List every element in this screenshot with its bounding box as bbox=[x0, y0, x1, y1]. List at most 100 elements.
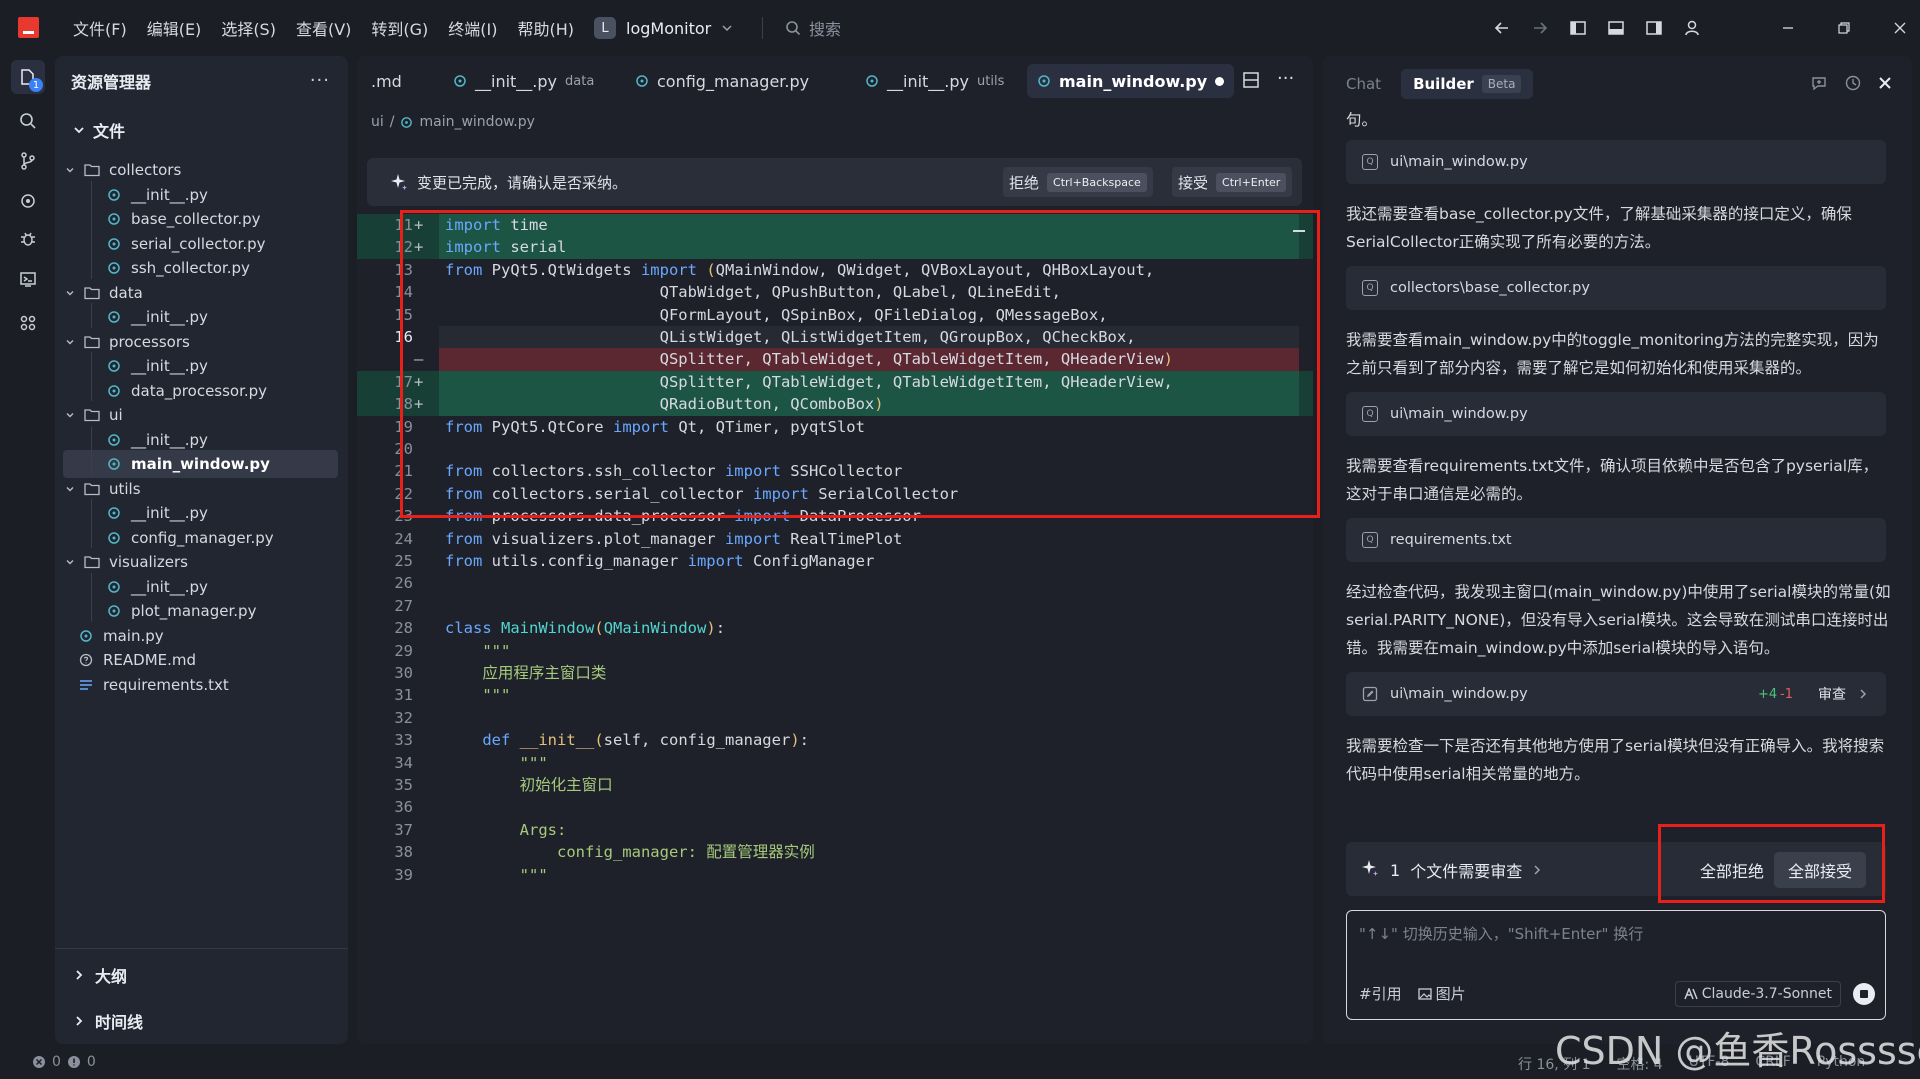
forward-arrow-icon[interactable] bbox=[1528, 14, 1552, 42]
remote-activity[interactable] bbox=[11, 184, 45, 218]
outline-section[interactable]: 大纲 bbox=[73, 963, 127, 987]
menu-item[interactable]: 查看(V) bbox=[286, 0, 361, 56]
menu-item[interactable]: 转到(G) bbox=[361, 0, 438, 56]
project-name: logMonitor bbox=[626, 18, 712, 38]
readme-icon bbox=[77, 653, 95, 667]
edit-result-chip[interactable]: ui\main_window.py +4 -1 审查 bbox=[1346, 672, 1886, 716]
tree-file[interactable]: plot_manager.py bbox=[63, 597, 338, 625]
model-selector[interactable]: Claude-3.7-Sonnet bbox=[1674, 981, 1841, 1007]
message-paragraph: 我需要查看main_window.py中的toggle_monitoring方法… bbox=[1346, 331, 1879, 377]
python-file-icon bbox=[400, 116, 413, 129]
accept-shortcut: Ctrl+Enter bbox=[1216, 172, 1287, 192]
tree-file[interactable]: README.md bbox=[63, 646, 338, 674]
minimize-icon[interactable] bbox=[1760, 14, 1816, 42]
toggle-sidebar-icon[interactable] bbox=[1566, 14, 1590, 42]
message-input[interactable]: "↑↓" 切换历史输入，"Shift+Enter" 换行 #引用 图片 Clau… bbox=[1346, 910, 1886, 1020]
terminal-activity[interactable] bbox=[11, 262, 45, 296]
title-actions bbox=[1490, 14, 1704, 42]
menu-item[interactable]: 终端(I) bbox=[438, 0, 507, 56]
tree-item-label: serial_collector.py bbox=[131, 234, 266, 253]
chevron-down-icon bbox=[63, 410, 77, 420]
line-number: 29 bbox=[394, 641, 413, 660]
tab-label: config_manager.py bbox=[657, 71, 810, 91]
python-file-icon bbox=[105, 433, 123, 447]
toggle-secondary-sidebar-icon[interactable] bbox=[1642, 14, 1666, 42]
history-icon[interactable] bbox=[1844, 74, 1862, 92]
reject-change-button[interactable]: 拒绝 Ctrl+Backspace bbox=[1003, 167, 1153, 197]
stop-generation-button[interactable] bbox=[1853, 983, 1875, 1005]
tree-file[interactable]: requirements.txt bbox=[63, 671, 338, 699]
more-actions-icon[interactable]: ··· bbox=[1277, 68, 1294, 89]
message-paragraph: 我还需要查看base_collector.py文件，了解基础采集器的接口定义，确… bbox=[1346, 205, 1852, 251]
breadcrumb-folder[interactable]: ui bbox=[371, 114, 384, 130]
debug-activity[interactable] bbox=[11, 222, 45, 256]
tab-readme[interactable]: .md bbox=[361, 64, 412, 98]
tree-file[interactable]: __init__.py bbox=[63, 499, 338, 527]
tab-chat[interactable]: Chat bbox=[1346, 75, 1381, 93]
line-number: 33 bbox=[394, 731, 413, 750]
account-icon[interactable] bbox=[1680, 14, 1704, 42]
tree-indent-guide bbox=[91, 376, 92, 401]
code-line: 28 class MainWindow(QMainWindow): bbox=[357, 617, 1313, 639]
tree-folder[interactable]: ui bbox=[63, 401, 338, 429]
search-icon bbox=[785, 20, 801, 36]
search-activity[interactable] bbox=[11, 104, 45, 138]
tab-config-manager[interactable]: config_manager.py bbox=[625, 64, 819, 98]
files-section-header[interactable]: 文件 bbox=[73, 118, 125, 142]
review-summary[interactable]: 1 个文件需要审查 bbox=[1390, 858, 1542, 882]
bug-icon bbox=[18, 229, 38, 249]
code-text: def __init__(self, config_manager): bbox=[482, 731, 809, 750]
tree-file[interactable]: main_window.py bbox=[63, 450, 338, 478]
tree-file[interactable]: base_collector.py bbox=[63, 205, 338, 233]
tree-file[interactable]: __init__.py bbox=[63, 303, 338, 331]
reference-button[interactable]: #引用 bbox=[1359, 983, 1402, 1004]
breadcrumb-file[interactable]: main_window.py bbox=[419, 114, 534, 130]
tab-init-data[interactable]: __init__.py data bbox=[443, 64, 604, 98]
tree-file[interactable]: ssh_collector.py bbox=[63, 254, 338, 282]
review-link[interactable]: 审查 bbox=[1818, 684, 1846, 704]
extensions-activity[interactable] bbox=[11, 306, 45, 340]
back-arrow-icon[interactable] bbox=[1490, 14, 1514, 42]
image-button[interactable]: 图片 bbox=[1417, 983, 1466, 1004]
reject-shortcut: Ctrl+Backspace bbox=[1047, 172, 1147, 192]
tab-builder[interactable]: Builder Beta bbox=[1401, 69, 1534, 99]
code-text: 初始化主窗口 bbox=[519, 776, 613, 794]
code-text: config_manager: 配置管理器实例 bbox=[556, 843, 815, 862]
close-panel-icon[interactable] bbox=[1878, 76, 1892, 90]
tree-folder[interactable]: collectors bbox=[63, 156, 338, 184]
more-icon[interactable]: ··· bbox=[310, 70, 330, 91]
menu-item[interactable]: 文件(F) bbox=[63, 0, 137, 56]
file-reference-chip[interactable]: Q ui\main_window.py bbox=[1346, 392, 1886, 436]
menu-item[interactable]: 帮助(H) bbox=[508, 0, 585, 56]
project-switcher[interactable]: L logMonitor bbox=[594, 13, 733, 43]
new-session-icon[interactable] bbox=[1810, 74, 1828, 92]
file-reference-chip[interactable]: Q requirements.txt bbox=[1346, 518, 1886, 562]
file-reference-chip[interactable]: Q ui\main_window.py bbox=[1346, 140, 1886, 184]
timeline-section[interactable]: 时间线 bbox=[73, 1009, 143, 1033]
search-box[interactable]: 搜索 bbox=[785, 14, 841, 42]
toggle-panel-icon[interactable] bbox=[1604, 14, 1628, 42]
folder-icon bbox=[83, 286, 101, 300]
python-file-icon bbox=[105, 261, 123, 275]
folder-icon bbox=[83, 408, 101, 422]
input-placeholder: "↑↓" 切换历史输入，"Shift+Enter" 换行 bbox=[1359, 925, 1644, 943]
tab-main-window[interactable]: main_window.py bbox=[1027, 64, 1235, 98]
problems-indicator[interactable]: 0 0 bbox=[32, 1054, 96, 1070]
menu-item[interactable]: 选择(S) bbox=[211, 0, 286, 56]
files-section-label: 文件 bbox=[93, 122, 126, 141]
tab-init-utils[interactable]: __init__.py utils bbox=[855, 64, 1014, 98]
explorer-activity[interactable]: 1 bbox=[11, 60, 45, 94]
restore-icon[interactable] bbox=[1816, 14, 1872, 42]
split-editor-icon[interactable] bbox=[1241, 70, 1261, 90]
timeline-label: 时间线 bbox=[95, 1013, 144, 1032]
file-reference-label: ui\main_window.py bbox=[1390, 154, 1528, 170]
tree-indent-guide bbox=[91, 450, 92, 475]
tree-file[interactable]: __init__.py bbox=[63, 352, 338, 380]
source-control-activity[interactable] bbox=[11, 144, 45, 178]
close-window-icon[interactable] bbox=[1872, 14, 1920, 42]
tree-folder[interactable]: visualizers bbox=[63, 548, 338, 576]
unsaved-dot-icon[interactable] bbox=[1215, 76, 1225, 86]
file-reference-chip[interactable]: Q collectors\base_collector.py bbox=[1346, 266, 1886, 310]
menu-item[interactable]: 编辑(E) bbox=[137, 0, 212, 56]
accept-change-button[interactable]: 接受 Ctrl+Enter bbox=[1172, 167, 1293, 197]
